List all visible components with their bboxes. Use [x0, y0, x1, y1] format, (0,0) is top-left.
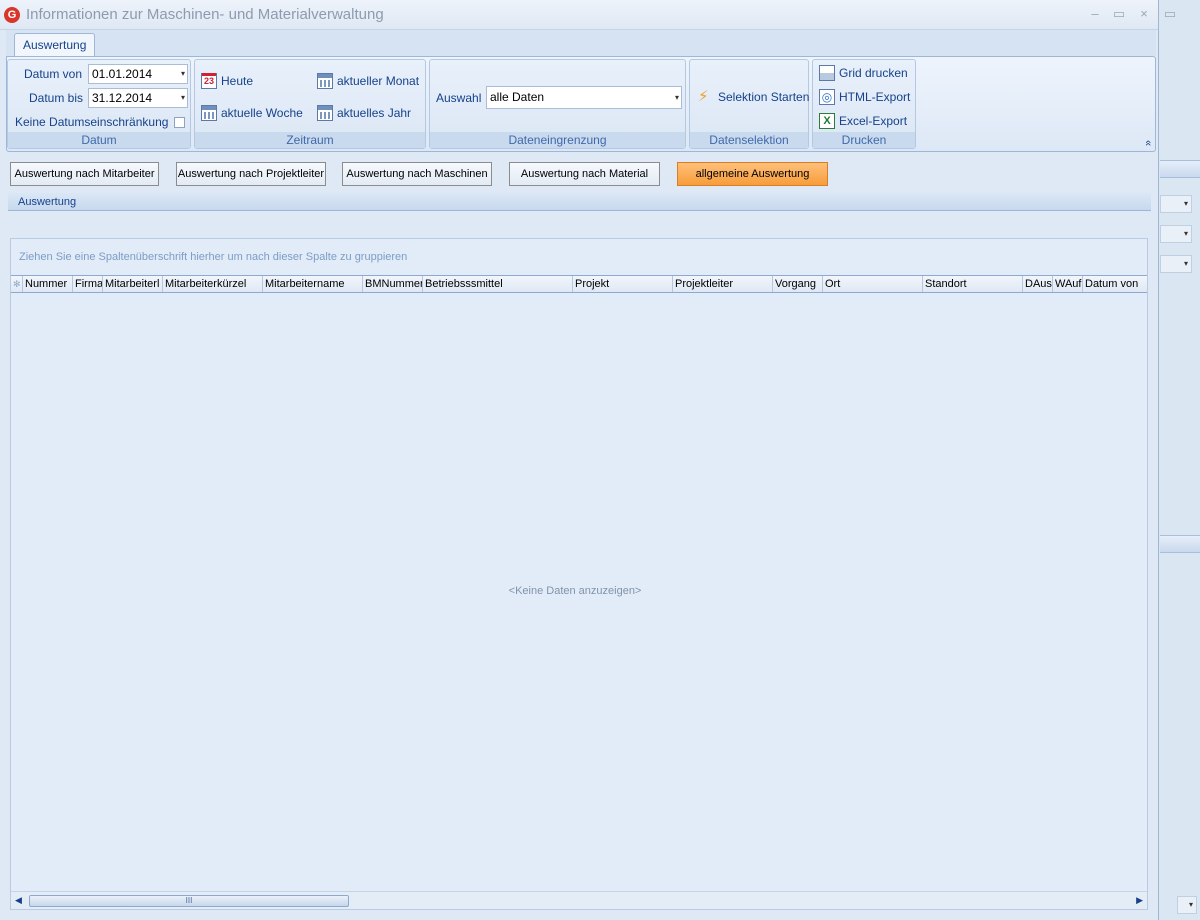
- side-panel: ▭ ▾ ▾ ▾ ▾: [1158, 0, 1200, 920]
- row-indicator-icon[interactable]: ✻: [11, 276, 23, 292]
- group-label-drucken: Drucken: [813, 132, 915, 148]
- column-header[interactable]: Projekt: [573, 276, 673, 292]
- column-header[interactable]: Projektleiter: [673, 276, 773, 292]
- side-panel-strip: [1160, 160, 1200, 178]
- collapse-ribbon-icon[interactable]: «: [1142, 140, 1154, 146]
- group-datum: Datum von 01.01.2014 ▾ Datum bis 31.12.2…: [7, 59, 191, 149]
- aktuelle-woche-label: aktuelle Woche: [221, 106, 303, 120]
- html-export-label: HTML-Export: [839, 90, 911, 104]
- scroll-thumb[interactable]: III: [29, 895, 349, 907]
- globe-icon: ◎: [819, 89, 835, 105]
- column-header[interactable]: Ort: [823, 276, 923, 292]
- section-title: Auswertung: [8, 193, 1151, 211]
- ribbon: Datum von 01.01.2014 ▾ Datum bis 31.12.2…: [6, 56, 1156, 152]
- column-header[interactable]: Mitarbeitername: [263, 276, 363, 292]
- printer-icon: [819, 65, 835, 81]
- excel-export-label: Excel-Export: [839, 114, 908, 128]
- group-label-datum: Datum: [8, 132, 190, 148]
- auswahl-label: Auswahl: [436, 91, 482, 105]
- calendar-month-icon: [317, 73, 333, 89]
- column-header[interactable]: Standort: [923, 276, 1023, 292]
- column-header[interactable]: BMNummer: [363, 276, 423, 292]
- chevron-down-icon[interactable]: ▾: [181, 65, 185, 83]
- column-header[interactable]: Mitarbeiterl: [103, 276, 163, 292]
- ribbon-tabstrip: Auswertung: [6, 30, 1156, 57]
- excel-icon: X: [819, 113, 835, 129]
- side-panel-combo[interactable]: ▾: [1177, 896, 1197, 914]
- auswertung-mitarbeiter-button[interactable]: Auswertung nach Mitarbeiter: [10, 162, 159, 186]
- calendar-year-icon: [317, 105, 333, 121]
- chevron-down-icon[interactable]: ▾: [181, 89, 185, 107]
- aktueller-monat-label: aktueller Monat: [337, 74, 420, 88]
- scroll-right-icon[interactable]: ▶: [1136, 895, 1143, 906]
- data-grid: Ziehen Sie eine Spaltenüberschrift hierh…: [10, 238, 1148, 910]
- allgemeine-auswertung-button[interactable]: allgemeine Auswertung: [677, 162, 828, 186]
- column-header[interactable]: Mitarbeiterkürzel: [163, 276, 263, 292]
- maximize-button[interactable]: ▭: [1110, 6, 1128, 22]
- title-bar: G Informationen zur Maschinen- und Mater…: [0, 0, 1160, 30]
- column-header[interactable]: Vorgang: [773, 276, 823, 292]
- aktuelle-woche-button[interactable]: aktuelle Woche: [201, 103, 303, 123]
- heute-label: Heute: [221, 74, 254, 88]
- column-header[interactable]: Nummer: [23, 276, 73, 292]
- side-panel-restore-icon[interactable]: ▭: [1161, 6, 1179, 22]
- empty-grid-message: <Keine Daten anzuzeigen>: [508, 585, 642, 597]
- auswertung-maschinen-button[interactable]: Auswertung nach Maschinen: [342, 162, 492, 186]
- tab-auswertung[interactable]: Auswertung: [14, 33, 96, 57]
- datum-von-value: 01.01.2014: [92, 67, 153, 81]
- excel-export-button[interactable]: X Excel-Export: [819, 111, 907, 131]
- selektion-starten-button[interactable]: ⚡ Selektion Starten: [698, 87, 809, 107]
- horizontal-scrollbar[interactable]: ◀ III ▶: [11, 891, 1147, 909]
- minimize-button[interactable]: –: [1086, 6, 1104, 22]
- auswertung-projektleiter-button[interactable]: Auswertung nach Projektleiter: [176, 162, 326, 186]
- side-panel-combo[interactable]: ▾: [1160, 255, 1192, 273]
- group-drucken: Grid drucken ◎ HTML-Export X Excel-Expor…: [812, 59, 916, 149]
- heute-button[interactable]: 23 Heute: [201, 71, 253, 91]
- side-panel-strip: [1160, 535, 1200, 553]
- column-header[interactable]: Firma: [73, 276, 103, 292]
- keine-datumseinschraenkung-checkbox[interactable]: [174, 117, 185, 128]
- auswertung-material-button[interactable]: Auswertung nach Material: [509, 162, 660, 186]
- side-panel-combo[interactable]: ▾: [1160, 195, 1192, 213]
- datum-bis-value: 31.12.2014: [92, 91, 153, 105]
- app-logo-icon: G: [4, 7, 20, 23]
- datum-bis-label: Datum bis: [29, 91, 84, 105]
- html-export-button[interactable]: ◎ HTML-Export: [819, 87, 910, 107]
- window-title: Informationen zur Maschinen- und Materia…: [26, 6, 384, 23]
- lightning-icon: ⚡: [698, 88, 709, 105]
- aktueller-monat-button[interactable]: aktueller Monat: [317, 71, 419, 91]
- selektion-starten-label: Selektion Starten: [718, 90, 810, 104]
- aktuelles-jahr-label: aktuelles Jahr: [337, 106, 412, 120]
- group-label-dateneingrenzung: Dateneingrenzung: [430, 132, 685, 148]
- keine-datumseinschraenkung-label: Keine Datumseinschränkung: [15, 115, 169, 129]
- group-zeitraum: 23 Heute aktuelle Woche aktueller Monat …: [194, 59, 426, 149]
- group-label-zeitraum: Zeitraum: [195, 132, 425, 148]
- datum-von-label: Datum von: [24, 67, 83, 81]
- group-label-datenselektion: Datenselektion: [690, 132, 808, 148]
- column-header[interactable]: WAuf: [1053, 276, 1083, 292]
- grid-drucken-label: Grid drucken: [839, 66, 908, 80]
- auswahl-value: alle Daten: [490, 90, 545, 104]
- auswahl-select[interactable]: alle Daten ▾: [486, 86, 682, 109]
- calendar-day-icon: 23: [201, 73, 217, 89]
- column-header[interactable]: Datum von: [1083, 276, 1147, 292]
- grid-drucken-button[interactable]: Grid drucken: [819, 63, 908, 83]
- column-header[interactable]: Betriebsssmittel: [423, 276, 573, 292]
- grid-header: ✻ Nummer Firma Mitarbeiterl Mitarbeiterk…: [11, 275, 1147, 293]
- aktuelles-jahr-button[interactable]: aktuelles Jahr: [317, 103, 411, 123]
- scroll-left-icon[interactable]: ◀: [15, 895, 22, 906]
- group-datenselektion: ⚡ Selektion Starten Datenselektion: [689, 59, 809, 149]
- group-dateneingrenzung: Auswahl alle Daten ▾ Dateneingrenzung: [429, 59, 686, 149]
- chevron-down-icon[interactable]: ▾: [675, 87, 679, 108]
- calendar-week-icon: [201, 105, 217, 121]
- group-panel-hint[interactable]: Ziehen Sie eine Spaltenüberschrift hierh…: [19, 251, 407, 263]
- datum-bis-field[interactable]: 31.12.2014 ▾: [88, 88, 188, 108]
- column-header[interactable]: DAus: [1023, 276, 1053, 292]
- close-button[interactable]: ×: [1135, 6, 1153, 22]
- side-panel-combo[interactable]: ▾: [1160, 225, 1192, 243]
- datum-von-field[interactable]: 01.01.2014 ▾: [88, 64, 188, 84]
